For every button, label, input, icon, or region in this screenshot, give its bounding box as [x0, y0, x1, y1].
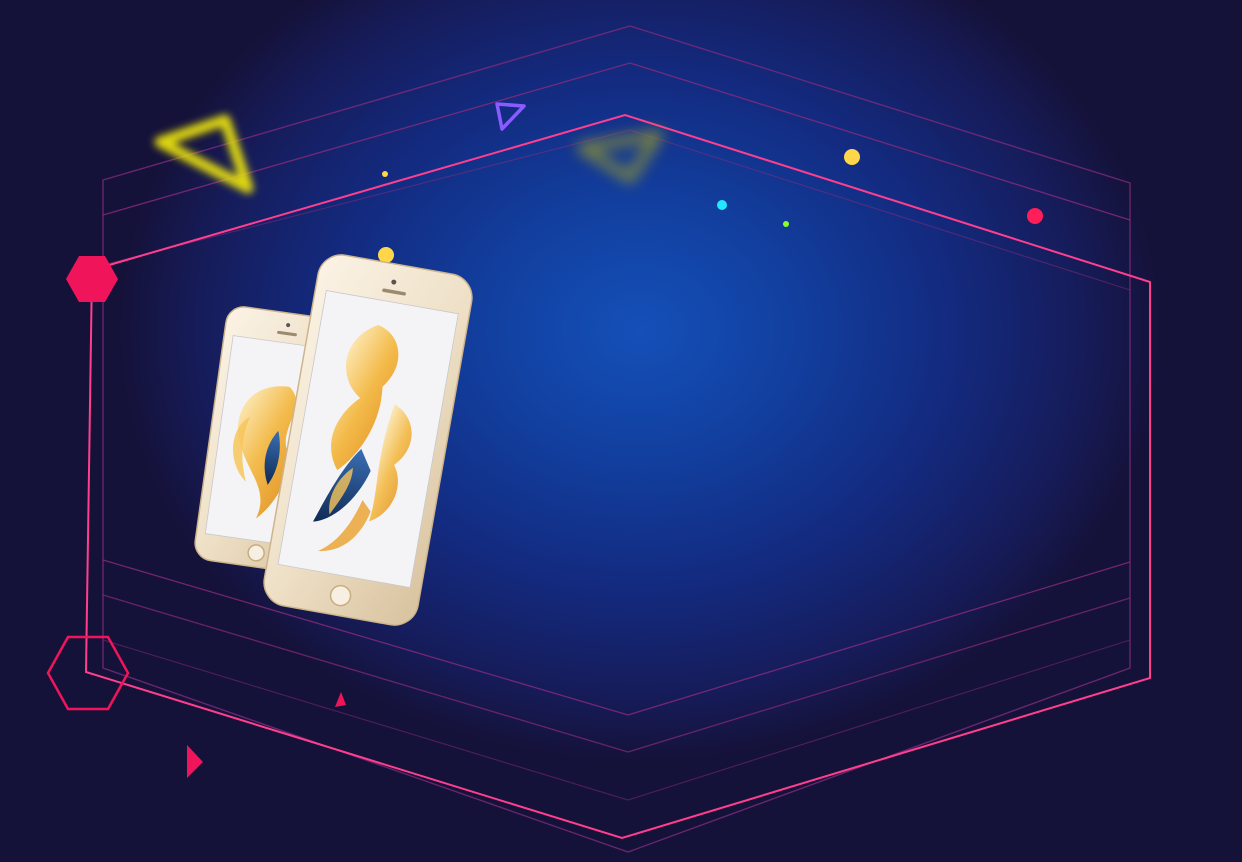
- phone-large: [263, 254, 473, 626]
- phones-illustration: [194, 254, 473, 626]
- banner-canvas: [0, 0, 1242, 862]
